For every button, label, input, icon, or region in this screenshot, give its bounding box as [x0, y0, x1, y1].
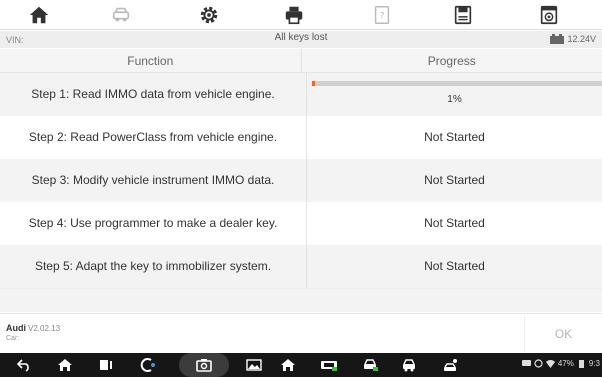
table-row: Step 5: Adapt the key to immobilizer sys… — [0, 245, 602, 288]
step-progress: 1% — [307, 73, 602, 116]
home-shortcut-icon[interactable] — [278, 357, 298, 373]
step-function: Step 4: Use programmer to make a dealer … — [0, 202, 307, 245]
clock: 9:3 — [588, 359, 600, 368]
vci-status-icon[interactable] — [319, 357, 339, 373]
vehicle-brand: Audi V2.02.13 — [6, 323, 60, 333]
message-icon — [521, 360, 531, 366]
save-icon[interactable] — [450, 3, 476, 27]
software-version: V2.02.13 — [28, 324, 61, 333]
camera-button[interactable] — [179, 353, 229, 377]
home-nav-icon[interactable] — [55, 357, 75, 373]
progress-table: Function Progress Step 1: Read IMMO data… — [0, 49, 602, 288]
table-row: Step 1: Read IMMO data from vehicle engi… — [0, 73, 602, 116]
step-function: Step 2: Read PowerClass from vehicle eng… — [0, 116, 307, 159]
alarm-icon — [534, 359, 543, 368]
battery-icon — [550, 34, 565, 44]
step-progress: Not Started — [424, 173, 485, 187]
recent-apps-icon[interactable] — [96, 357, 116, 373]
info-bar: VIN: All keys lost 12.24V — [0, 31, 602, 48]
mechanic-car-icon[interactable] — [441, 357, 461, 373]
screenshot-icon[interactable] — [536, 3, 562, 27]
ok-button[interactable]: OK — [524, 316, 602, 352]
car-icon[interactable] — [399, 357, 419, 373]
header-function: Function — [0, 49, 302, 72]
back-icon[interactable] — [14, 357, 34, 373]
home-icon[interactable] — [26, 3, 52, 27]
system-nav-bar: 47% 9:3 — [0, 353, 602, 377]
header-progress: Progress — [427, 54, 476, 68]
step-progress: Not Started — [424, 216, 485, 230]
gallery-icon[interactable] — [244, 357, 264, 373]
table-row: Step 3: Modify vehicle instrument IMMO d… — [0, 159, 602, 202]
wifi-icon — [545, 359, 555, 368]
battery-percent: 47% — [557, 359, 574, 368]
progress-percent: 1% — [447, 94, 462, 105]
device-battery-icon — [578, 360, 584, 368]
progress-bar — [312, 81, 602, 86]
function-title: All keys lost — [274, 32, 328, 43]
battery-voltage: 12.24V — [567, 34, 596, 44]
step-function: Step 1: Read IMMO data from vehicle engi… — [0, 73, 307, 116]
car-fuel-icon[interactable] — [360, 357, 380, 373]
progress-bar-fill — [312, 81, 315, 86]
footer-bar: Audi V2.02.13 Car: OK — [0, 313, 602, 353]
step-progress: Not Started — [424, 130, 485, 144]
step-function: Step 5: Adapt the key to immobilizer sys… — [0, 245, 307, 288]
step-progress: Not Started — [424, 259, 485, 273]
car-label: Car: — [6, 335, 20, 342]
brand-name: Audi — [6, 323, 26, 333]
camera-icon — [196, 359, 212, 372]
status-bar: 47% 9:3 — [521, 359, 600, 368]
table-row: Step 4: Use programmer to make a dealer … — [0, 202, 602, 245]
battery-status: 12.24V — [550, 34, 596, 44]
top-toolbar: ? — [0, 0, 602, 30]
table-row: Step 2: Read PowerClass from vehicle eng… — [0, 116, 602, 159]
help-icon[interactable]: ? — [369, 3, 395, 27]
vehicle-icon[interactable] — [108, 3, 134, 27]
svg-text:?: ? — [380, 11, 385, 22]
vci-connect-icon[interactable] — [138, 357, 158, 373]
print-icon[interactable] — [281, 3, 307, 27]
settings-icon[interactable] — [196, 3, 222, 27]
step-function: Step 3: Modify vehicle instrument IMMO d… — [0, 159, 307, 202]
table-empty-area — [0, 288, 602, 312]
table-header: Function Progress — [0, 49, 602, 73]
